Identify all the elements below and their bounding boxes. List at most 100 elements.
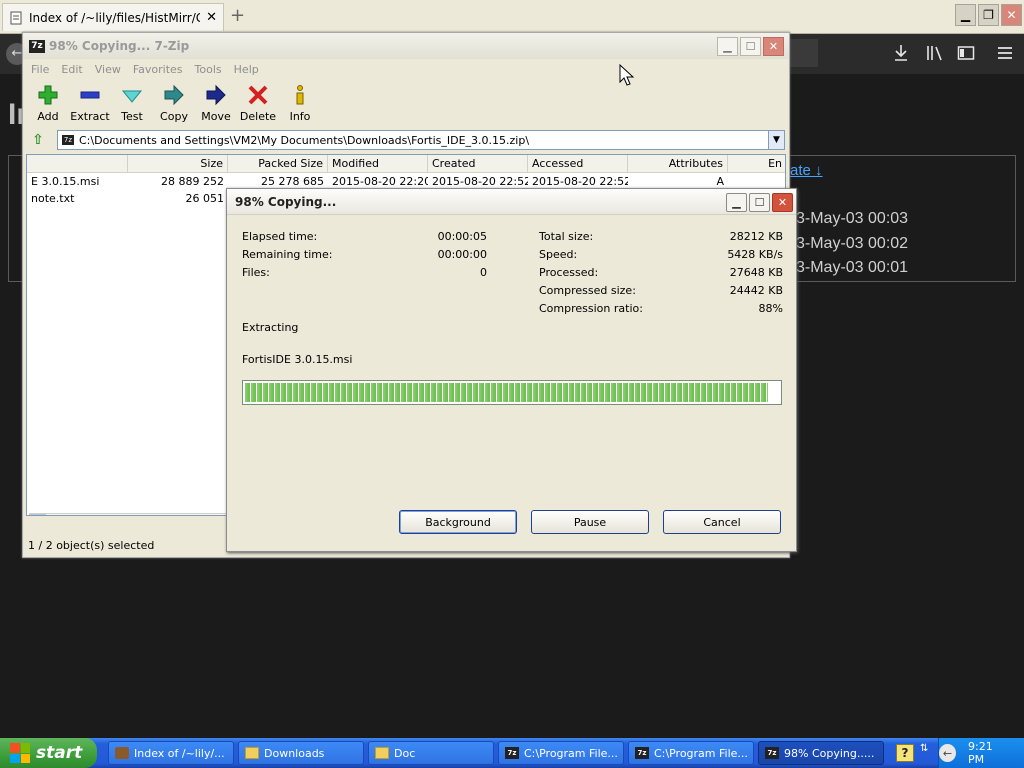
archive-icon: 7z xyxy=(62,135,74,145)
browser-restore-button[interactable]: ❐ xyxy=(978,4,999,26)
file-size: 26 051 xyxy=(185,192,225,205)
mouse-cursor-icon xyxy=(619,64,635,86)
file-name: E 3.0.15.msi xyxy=(31,175,100,188)
total-size-value: 28212 KB xyxy=(729,230,783,243)
menu-file[interactable]: File xyxy=(31,63,49,76)
menu-favorites[interactable]: Favorites xyxy=(133,63,183,76)
chevron-down-icon[interactable]: ▼ xyxy=(768,130,785,150)
copy-label: Copy xyxy=(160,110,188,123)
remaining-time-label: Remaining time: xyxy=(242,248,333,261)
7zip-window-title: 98% Copying... 7-Zip xyxy=(49,39,190,53)
network-icon[interactable]: ⇅ xyxy=(920,743,928,754)
add-button[interactable]: Add xyxy=(27,79,69,127)
delete-button[interactable]: Delete xyxy=(237,79,279,127)
taskbar-item-progress[interactable]: 7z 98% Copying..... xyxy=(758,741,884,765)
background-button[interactable]: Background xyxy=(399,510,517,534)
start-label: start xyxy=(36,743,83,763)
cancel-button[interactable]: Cancel xyxy=(663,510,781,534)
elapsed-time-value: 00:00:05 xyxy=(437,230,487,243)
move-label: Move xyxy=(201,110,231,123)
tab-close-icon[interactable]: ✕ xyxy=(206,10,217,25)
help-icon[interactable]: ? xyxy=(896,744,914,762)
browser-minimize-button[interactable]: ▁ xyxy=(955,4,976,26)
column-accessed[interactable]: Accessed xyxy=(528,155,628,173)
browser-close-button[interactable]: ✕ xyxy=(1001,4,1022,26)
browser-tab[interactable]: Index of /~lily/files/HistMirr/GenPl ✕ xyxy=(2,3,224,31)
column-encrypted[interactable]: En xyxy=(728,155,785,173)
copy-button[interactable]: Copy xyxy=(153,79,195,127)
horizontal-scrollbar[interactable]: ◀ xyxy=(29,513,229,516)
scroll-left-icon[interactable]: ◀ xyxy=(30,514,46,515)
add-label: Add xyxy=(37,110,59,123)
7zip-icon: 7z xyxy=(505,747,519,759)
column-modified[interactable]: Modified xyxy=(328,155,428,173)
up-folder-icon[interactable]: ⇧ xyxy=(27,130,49,150)
taskbar-item-7zip-1[interactable]: 7z C:\Program File... xyxy=(498,741,624,765)
hamburger-menu-icon[interactable] xyxy=(996,44,1014,62)
column-size[interactable]: Size xyxy=(128,155,228,173)
download-icon[interactable] xyxy=(893,44,909,62)
files-label: Files: xyxy=(242,266,270,279)
toolbar: Add Extract Test Copy Move Delete Info xyxy=(23,79,789,129)
menu-help[interactable]: Help xyxy=(234,63,259,76)
info-icon xyxy=(288,83,312,107)
menu-tools[interactable]: Tools xyxy=(195,63,222,76)
check-icon xyxy=(120,83,144,107)
remaining-time-value: 00:00:00 xyxy=(437,248,487,261)
taskbar-item-browser[interactable]: Index of /~lily/... xyxy=(108,741,234,765)
back-circle-icon[interactable]: ← xyxy=(939,744,957,762)
compression-ratio-label: Compression ratio: xyxy=(539,302,643,315)
test-label: Test xyxy=(121,110,143,123)
listing-date: 3-May-03 00:03 xyxy=(796,210,909,227)
info-button[interactable]: Info xyxy=(279,79,321,127)
plus-icon xyxy=(36,83,60,107)
library-icon[interactable] xyxy=(926,44,944,62)
scroll-thumb[interactable] xyxy=(70,515,226,516)
taskbar-item-label: 98% Copying..... xyxy=(784,746,875,760)
taskbar-item-7zip-2[interactable]: 7z C:\Program File... xyxy=(628,741,754,765)
menu-bar: File Edit View Favorites Tools Help xyxy=(23,59,789,79)
progress-minimize-button[interactable]: ▁ xyxy=(726,193,747,212)
column-name[interactable] xyxy=(27,155,128,173)
move-button[interactable]: Move xyxy=(195,79,237,127)
path-input[interactable]: 7z C:\Documents and Settings\VM2\My Docu… xyxy=(57,130,769,150)
clock: 9:21 PM xyxy=(968,740,993,766)
path-text: C:\Documents and Settings\VM2\My Documen… xyxy=(79,133,530,147)
minimize-button[interactable]: ▁ xyxy=(717,37,738,56)
progress-maximize-button[interactable]: ☐ xyxy=(749,193,770,212)
folder-icon xyxy=(245,747,259,759)
folder-icon xyxy=(375,747,389,759)
test-button[interactable]: Test xyxy=(111,79,153,127)
pause-button[interactable]: Pause xyxy=(531,510,649,534)
maximize-button[interactable]: ☐ xyxy=(740,37,761,56)
compressed-size-value: 24442 KB xyxy=(729,284,783,297)
progress-titlebar[interactable]: 98% Copying... ▁ ☐ ✕ xyxy=(227,189,796,215)
browser-tab-title: Index of /~lily/files/HistMirr/GenPl xyxy=(29,10,200,25)
extract-button[interactable]: Extract xyxy=(69,79,111,127)
taskbar-item-doc[interactable]: Doc xyxy=(368,741,494,765)
column-attributes[interactable]: Attributes xyxy=(628,155,728,173)
taskbar: start Index of /~lily/... Downloads Doc … xyxy=(0,738,1024,768)
taskbar-item-downloads[interactable]: Downloads xyxy=(238,741,364,765)
sidebar-icon[interactable] xyxy=(957,44,975,62)
compression-ratio-value: 88% xyxy=(758,302,783,315)
firefox-icon xyxy=(115,747,129,759)
url-bar-edge[interactable] xyxy=(790,39,818,67)
column-created[interactable]: Created xyxy=(428,155,528,173)
compressed-size-label: Compressed size: xyxy=(539,284,636,297)
start-button[interactable]: start xyxy=(0,738,97,768)
sort-by-date-link[interactable]: ate ↓ xyxy=(790,162,823,179)
7zip-icon: 7z xyxy=(635,747,649,759)
menu-edit[interactable]: Edit xyxy=(61,63,82,76)
close-button[interactable]: ✕ xyxy=(763,37,784,56)
7zip-icon: 7z xyxy=(765,747,779,759)
progress-close-button[interactable]: ✕ xyxy=(772,193,793,212)
path-bar: ⇧ 7z C:\Documents and Settings\VM2\My Do… xyxy=(27,129,785,151)
7zip-logo-icon: 7z xyxy=(29,39,45,53)
menu-view[interactable]: View xyxy=(95,63,121,76)
total-size-label: Total size: xyxy=(539,230,594,243)
column-packed-size[interactable]: Packed Size xyxy=(228,155,328,173)
processed-value: 27648 KB xyxy=(729,266,783,279)
7zip-titlebar[interactable]: 7z 98% Copying... 7-Zip ▁ ☐ ✕ xyxy=(23,33,789,59)
new-tab-button[interactable]: + xyxy=(230,5,245,26)
